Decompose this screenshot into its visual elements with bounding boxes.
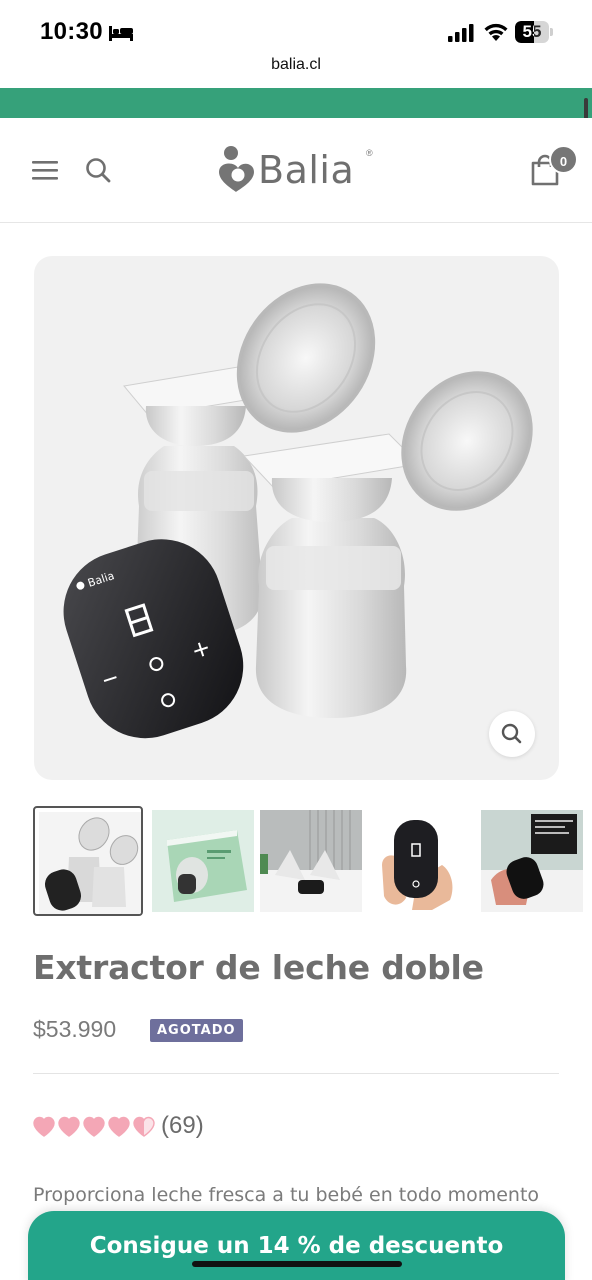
zoom-button[interactable] bbox=[489, 711, 535, 757]
battery-indicator: 55 bbox=[515, 21, 553, 43]
battery-level: 55 bbox=[522, 22, 542, 41]
heart-icon bbox=[83, 1116, 105, 1137]
sold-out-badge: AGOTADO bbox=[150, 1019, 243, 1042]
home-indicator bbox=[192, 1261, 402, 1267]
status-time: 10:30 bbox=[40, 18, 103, 45]
product-image[interactable]: Balia bbox=[34, 256, 559, 780]
zoom-icon bbox=[501, 723, 522, 744]
rating-count[interactable]: (69) bbox=[161, 1112, 204, 1140]
thumbnail-3[interactable] bbox=[256, 806, 366, 916]
balia-logo-mark-icon bbox=[219, 146, 254, 192]
heart-icon bbox=[33, 1116, 55, 1137]
wifi-icon bbox=[484, 23, 508, 41]
browser-url[interactable]: balia.cl bbox=[0, 56, 592, 74]
logo-registered-mark: ® bbox=[366, 148, 373, 158]
site-header: Balia ® 0 bbox=[0, 118, 592, 223]
menu-icon[interactable] bbox=[32, 158, 60, 182]
product-price: $53.990 bbox=[33, 1016, 117, 1042]
discount-button[interactable]: Consigue un 14 % de descuento bbox=[28, 1211, 565, 1280]
bed-icon bbox=[109, 26, 133, 41]
divider bbox=[33, 1073, 559, 1074]
heart-icon bbox=[58, 1116, 80, 1137]
product-description: Proporciona leche fresca a tu bebé en to… bbox=[33, 1184, 540, 1206]
search-icon[interactable] bbox=[84, 156, 112, 184]
status-bar: 10:30 55 bbox=[0, 0, 592, 60]
product-title: Extractor de leche doble bbox=[33, 948, 484, 987]
heart-icon bbox=[133, 1116, 155, 1137]
thumbnail-4[interactable] bbox=[368, 806, 478, 916]
cellular-signal-icon bbox=[448, 24, 474, 42]
discount-button-label: Consigue un 14 % de descuento bbox=[89, 1233, 504, 1259]
heart-icon bbox=[108, 1116, 130, 1137]
cart-count-badge[interactable]: 0 bbox=[549, 145, 578, 174]
thumbnail-1[interactable] bbox=[33, 806, 143, 916]
product-photo-illustration: Balia bbox=[63, 283, 533, 739]
logo-text: Balia bbox=[258, 148, 355, 192]
site-logo[interactable]: Balia ® bbox=[214, 142, 382, 200]
thumbnail-5[interactable] bbox=[477, 806, 587, 916]
thumbnail-2[interactable] bbox=[148, 806, 258, 916]
announcement-bar bbox=[0, 88, 592, 118]
